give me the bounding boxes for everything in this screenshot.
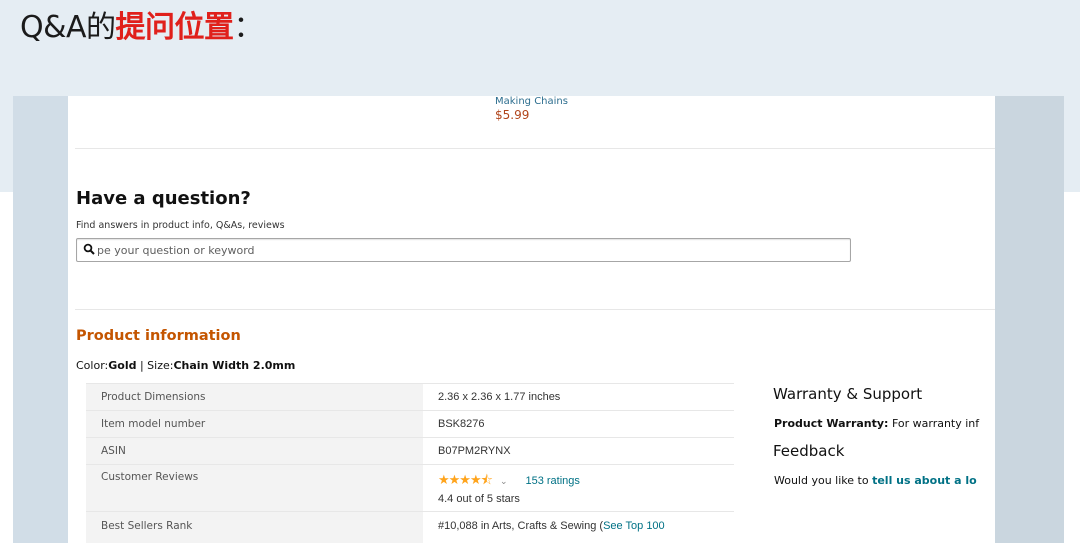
spec-value: BSK8276 bbox=[423, 410, 734, 438]
screenshot-frame-right bbox=[995, 96, 1064, 543]
slide-title: Q&A的提问位置： bbox=[20, 8, 264, 48]
section-divider bbox=[75, 309, 995, 310]
best-sellers-rank-value: #10,088 in Arts, Crafts & Sewing (See To… bbox=[423, 511, 734, 543]
spec-value: B07PM2RYNX bbox=[423, 437, 734, 465]
size-label: Size: bbox=[147, 359, 174, 372]
color-label: Color: bbox=[76, 359, 109, 372]
half-star-icon: ⯪ bbox=[480, 472, 493, 487]
product-variant-summary: Color:Gold | Size:Chain Width 2.0mm bbox=[76, 359, 295, 372]
question-section-title: Have a question? bbox=[76, 188, 251, 209]
chevron-down-icon[interactable]: ⌄ bbox=[500, 476, 508, 486]
color-value: Gold bbox=[108, 359, 137, 372]
table-row: Best Sellers Rank #10,088 in Arts, Craft… bbox=[86, 511, 734, 543]
feedback-text: Would you like to tell us about a lo bbox=[774, 474, 977, 487]
spec-label: Item model number bbox=[86, 410, 423, 438]
spec-value: 2.36 x 2.36 x 1.77 inches bbox=[423, 383, 734, 411]
product-information-title: Product information bbox=[76, 328, 241, 344]
screenshot-frame-left bbox=[13, 96, 68, 543]
see-top-100-link[interactable]: See Top 100 bbox=[603, 520, 665, 532]
section-divider bbox=[75, 148, 995, 149]
table-row: Product Dimensions 2.36 x 2.36 x 1.77 in… bbox=[86, 383, 734, 411]
variant-separator: | bbox=[136, 359, 148, 372]
rank-text: #10,088 in Arts, Crafts & Sewing ( bbox=[438, 520, 604, 532]
slide-title-prefix: Q&A的 bbox=[20, 10, 116, 45]
related-product-price: $5.99 bbox=[495, 108, 530, 122]
question-section-subtitle: Find answers in product info, Q&As, revi… bbox=[76, 220, 285, 231]
rating-text: 4.4 out of 5 stars bbox=[438, 493, 520, 505]
product-warranty-desc: For warranty inf bbox=[888, 417, 980, 430]
table-row: ASIN B07PM2RYNX bbox=[86, 437, 734, 465]
feedback-title: Feedback bbox=[773, 442, 845, 460]
product-warranty-label: Product Warranty: bbox=[774, 417, 889, 430]
product-details-table: Product Dimensions 2.36 x 2.36 x 1.77 in… bbox=[86, 383, 734, 543]
ratings-count-link[interactable]: 153 ratings bbox=[525, 475, 579, 487]
table-row: Item model number BSK8276 bbox=[86, 410, 734, 438]
customer-reviews-value: ★★★★⯪ ⌄ 153 ratings 4.4 out of 5 stars bbox=[423, 464, 734, 512]
feedback-prompt: Would you like to bbox=[774, 474, 873, 487]
spec-label: Product Dimensions bbox=[86, 383, 423, 411]
table-row: Customer Reviews ★★★★⯪ ⌄ 153 ratings 4.4 o… bbox=[86, 464, 734, 512]
star-rating-icon[interactable]: ★★★★⯪ bbox=[438, 472, 493, 487]
spec-label: Best Sellers Rank bbox=[86, 511, 423, 543]
full-stars-icon: ★★★★ bbox=[438, 472, 482, 487]
product-warranty-text: Product Warranty: For warranty inf bbox=[774, 417, 979, 430]
slide-title-suffix: ： bbox=[233, 10, 264, 45]
feedback-link[interactable]: tell us about a lo bbox=[872, 474, 977, 487]
search-icon bbox=[83, 243, 95, 255]
slide-title-highlight: 提问位置 bbox=[115, 10, 235, 45]
spec-label: Customer Reviews bbox=[86, 464, 423, 512]
warranty-support-title: Warranty & Support bbox=[773, 385, 923, 403]
question-search-input[interactable] bbox=[97, 239, 837, 261]
size-value: Chain Width 2.0mm bbox=[173, 359, 296, 372]
spec-label: ASIN bbox=[86, 437, 423, 465]
question-search-box[interactable] bbox=[76, 238, 851, 262]
related-product-name-link[interactable]: Making Chains bbox=[495, 96, 568, 107]
amazon-product-page-screenshot: Making Chains $5.99 Have a question? Fin… bbox=[68, 96, 995, 543]
